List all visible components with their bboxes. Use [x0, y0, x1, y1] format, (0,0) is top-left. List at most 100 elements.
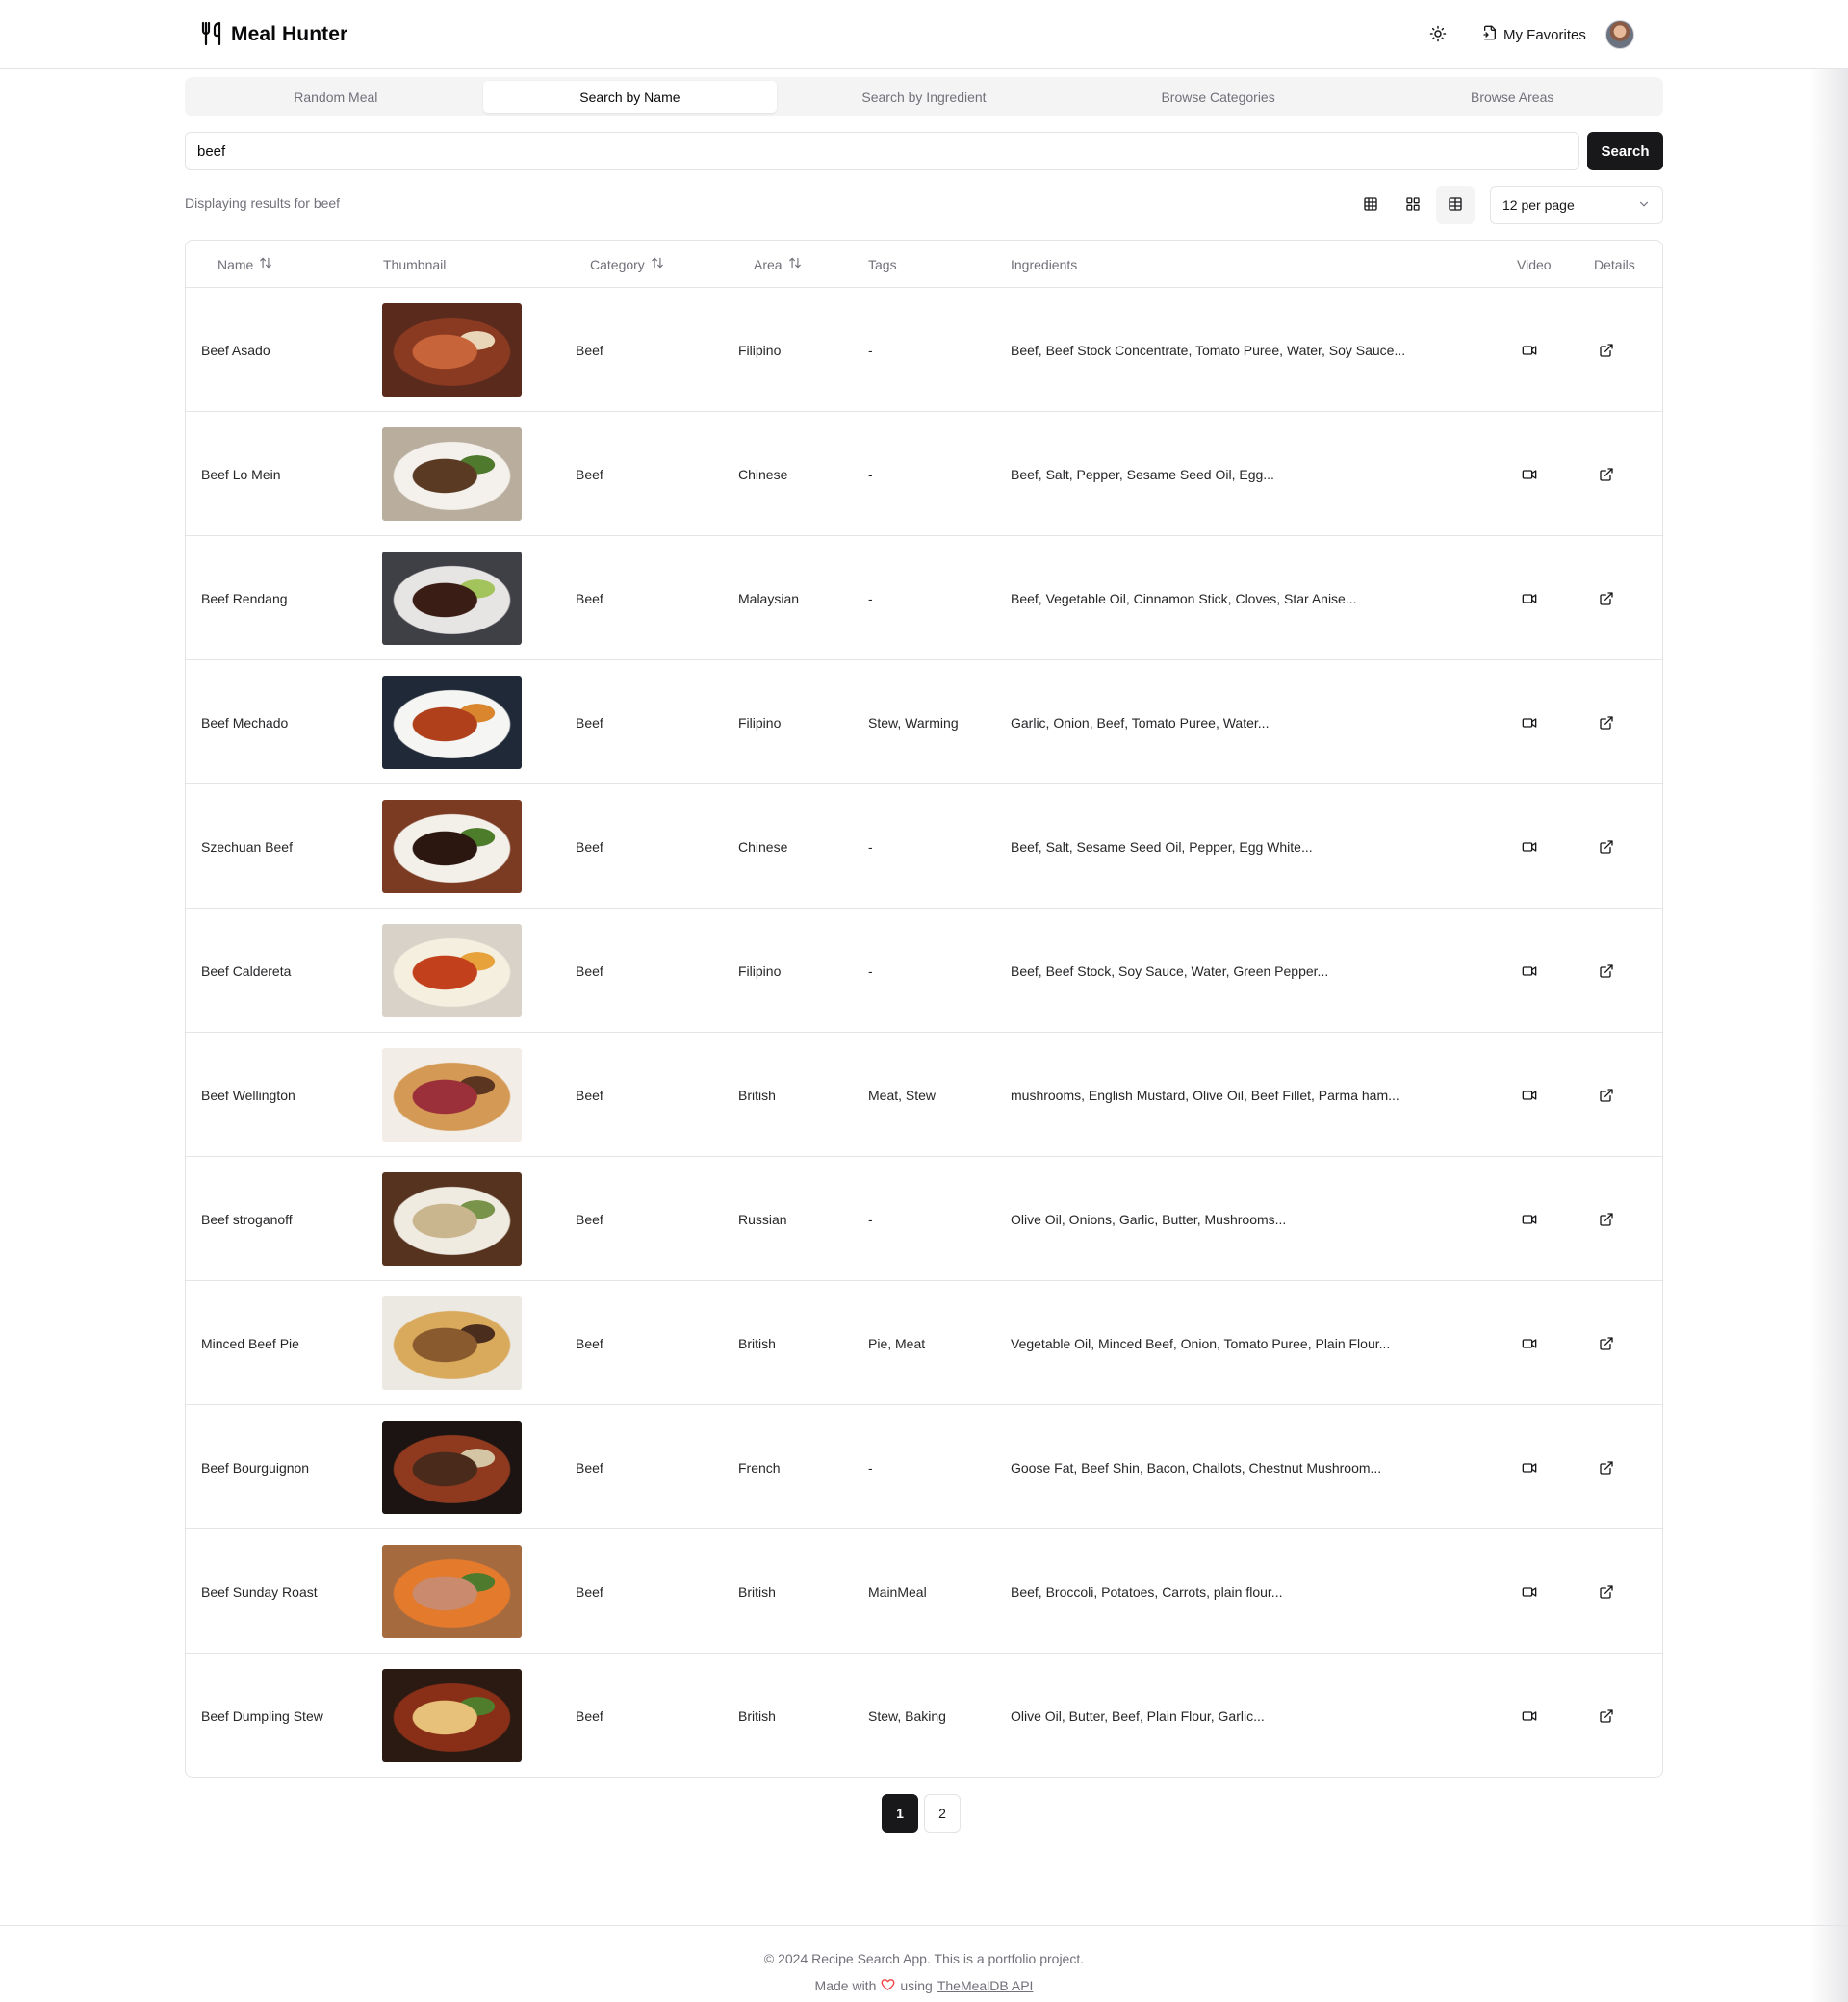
meal-category: Beef: [576, 1583, 603, 1600]
external-link-icon[interactable]: [1597, 288, 1616, 412]
external-link-icon[interactable]: [1597, 1281, 1616, 1405]
table-row[interactable]: Beef Bourguignon Beef French - Goose Fat…: [186, 1405, 1662, 1529]
column-ingredients: Ingredients: [1011, 241, 1077, 288]
meal-area: Filipino: [738, 962, 782, 979]
video-icon[interactable]: [1520, 660, 1539, 784]
column-area[interactable]: Area: [754, 241, 802, 288]
table-row[interactable]: Beef Caldereta Beef Filipino - Beef, Bee…: [186, 909, 1662, 1033]
page-2-button[interactable]: 2: [924, 1794, 961, 1833]
table-row[interactable]: Beef Rendang Beef Malaysian - Beef, Vege…: [186, 536, 1662, 660]
video-icon[interactable]: [1520, 909, 1539, 1033]
mealdb-api-link[interactable]: TheMealDB API: [937, 1978, 1034, 1993]
meal-name[interactable]: Minced Beef Pie: [201, 1281, 299, 1405]
video-icon[interactable]: [1520, 412, 1539, 536]
search-button[interactable]: Search: [1587, 132, 1663, 170]
meal-thumbnail[interactable]: [382, 1421, 522, 1514]
meal-category: Beef: [576, 1335, 603, 1351]
video-icon[interactable]: [1520, 784, 1539, 909]
meal-thumbnail[interactable]: [382, 303, 522, 397]
my-favorites-button[interactable]: My Favorites: [1482, 19, 1586, 50]
video-icon[interactable]: [1520, 536, 1539, 660]
meal-thumbnail[interactable]: [382, 552, 522, 645]
pagination: 1 2: [882, 1794, 961, 1833]
meal-area: British: [738, 1707, 776, 1724]
meal-thumbnail[interactable]: [382, 1669, 522, 1762]
results-summary: Displaying results for beef: [185, 195, 341, 211]
video-icon[interactable]: [1520, 1281, 1539, 1405]
meal-thumbnail[interactable]: [382, 924, 522, 1017]
tab-browse-areas[interactable]: Browse Areas: [1365, 81, 1659, 113]
meal-name[interactable]: Beef Rendang: [201, 536, 288, 660]
meal-ingredients: Goose Fat, Beef Shin, Bacon, Challots, C…: [1011, 1459, 1382, 1476]
meal-name[interactable]: Beef Mechado: [201, 660, 288, 784]
tab-random-meal[interactable]: Random Meal: [189, 81, 483, 113]
page-1-button[interactable]: 1: [882, 1794, 918, 1833]
external-link-icon[interactable]: [1597, 536, 1616, 660]
meal-ingredients: Vegetable Oil, Minced Beef, Onion, Tomat…: [1011, 1335, 1391, 1351]
video-icon[interactable]: [1520, 1654, 1539, 1777]
meal-name[interactable]: Beef Lo Mein: [201, 412, 281, 536]
table-row[interactable]: Beef Sunday Roast Beef British MainMeal …: [186, 1529, 1662, 1654]
external-link-icon[interactable]: [1597, 1033, 1616, 1157]
table-row[interactable]: Beef Wellington Beef British Meat, Stew …: [186, 1033, 1662, 1157]
table-row[interactable]: Beef Asado Beef Filipino - Beef, Beef St…: [186, 288, 1662, 412]
view-cards-button[interactable]: [1394, 186, 1432, 224]
meal-thumbnail[interactable]: [382, 1296, 522, 1390]
table-row[interactable]: Beef Mechado Beef Filipino Stew, Warming…: [186, 660, 1662, 784]
chevron-down-icon: [1637, 197, 1651, 214]
video-icon[interactable]: [1520, 1529, 1539, 1654]
external-link-icon[interactable]: [1597, 909, 1616, 1033]
meal-name[interactable]: Beef Bourguignon: [201, 1405, 309, 1529]
column-category[interactable]: Category: [590, 241, 664, 288]
view-grid-button[interactable]: [1351, 186, 1390, 224]
meal-name[interactable]: Beef stroganoff: [201, 1157, 293, 1281]
per-page-select[interactable]: 12 per page: [1490, 186, 1663, 224]
view-table-button[interactable]: [1436, 186, 1475, 224]
column-name[interactable]: Name: [218, 241, 272, 288]
external-link-icon[interactable]: [1597, 1529, 1616, 1654]
video-icon[interactable]: [1520, 1157, 1539, 1281]
meal-area: British: [738, 1335, 776, 1351]
meal-category: Beef: [576, 962, 603, 979]
brand[interactable]: Meal Hunter: [200, 21, 347, 48]
meal-ingredients: Beef, Broccoli, Potatoes, Carrots, plain…: [1011, 1583, 1283, 1600]
table-row[interactable]: Beef Dumpling Stew Beef British Stew, Ba…: [186, 1654, 1662, 1777]
table-row[interactable]: Minced Beef Pie Beef British Pie, Meat V…: [186, 1281, 1662, 1405]
column-area-label: Area: [754, 256, 783, 272]
search-mode-tabs: Random Meal Search by Name Search by Ing…: [185, 77, 1663, 116]
meal-thumbnail[interactable]: [382, 1172, 522, 1266]
column-thumbnail-label: Thumbnail: [383, 256, 447, 272]
external-link-icon[interactable]: [1597, 412, 1616, 536]
table-row[interactable]: Beef Lo Mein Beef Chinese - Beef, Salt, …: [186, 412, 1662, 536]
meal-name[interactable]: Beef Dumpling Stew: [201, 1654, 323, 1777]
table-row[interactable]: Szechuan Beef Beef Chinese - Beef, Salt,…: [186, 784, 1662, 909]
external-link-icon[interactable]: [1597, 660, 1616, 784]
user-avatar[interactable]: [1605, 20, 1634, 49]
tab-browse-categories[interactable]: Browse Categories: [1071, 81, 1366, 113]
theme-toggle-button[interactable]: [1423, 19, 1453, 50]
table-row[interactable]: Beef stroganoff Beef Russian - Olive Oil…: [186, 1157, 1662, 1281]
meal-thumbnail[interactable]: [382, 800, 522, 893]
video-icon[interactable]: [1520, 1033, 1539, 1157]
meal-name[interactable]: Szechuan Beef: [201, 784, 293, 909]
meal-name[interactable]: Beef Sunday Roast: [201, 1529, 318, 1654]
search-input[interactable]: [185, 132, 1579, 170]
video-icon[interactable]: [1520, 1405, 1539, 1529]
footer-credits: Made with using TheMealDB API: [0, 1977, 1848, 1994]
tab-search-by-name[interactable]: Search by Name: [482, 81, 778, 113]
meal-tags: -: [868, 342, 873, 358]
meal-name[interactable]: Beef Wellington: [201, 1033, 295, 1157]
meal-name[interactable]: Beef Caldereta: [201, 909, 291, 1033]
external-link-icon[interactable]: [1597, 1157, 1616, 1281]
meal-thumbnail[interactable]: [382, 1048, 522, 1142]
external-link-icon[interactable]: [1597, 784, 1616, 909]
video-icon[interactable]: [1520, 288, 1539, 412]
external-link-icon[interactable]: [1597, 1654, 1616, 1777]
meal-thumbnail[interactable]: [382, 427, 522, 521]
external-link-icon[interactable]: [1597, 1405, 1616, 1529]
meal-thumbnail[interactable]: [382, 1545, 522, 1638]
tab-search-by-ingredient[interactable]: Search by Ingredient: [777, 81, 1071, 113]
meal-ingredients: Beef, Salt, Pepper, Sesame Seed Oil, Egg…: [1011, 466, 1274, 482]
meal-name[interactable]: Beef Asado: [201, 288, 270, 412]
meal-thumbnail[interactable]: [382, 676, 522, 769]
